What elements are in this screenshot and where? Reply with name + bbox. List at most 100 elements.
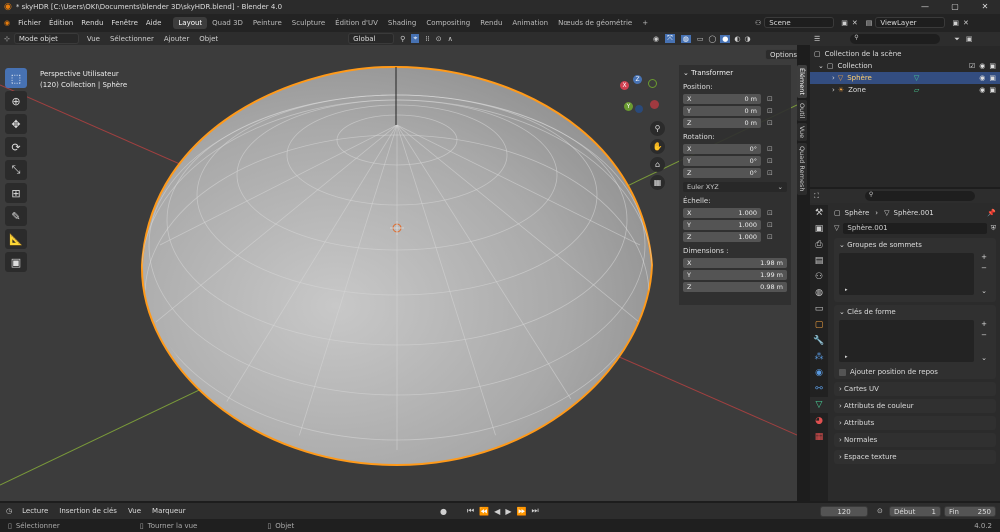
position-y-field[interactable]: Y0 m: [683, 105, 761, 116]
transform-orientation-selector[interactable]: Global: [348, 33, 395, 44]
dimensions-x-field[interactable]: X 1.98 m: [683, 257, 787, 268]
tool-settings-icon[interactable]: ⚒: [810, 205, 828, 221]
menu-view[interactable]: Vue: [87, 35, 100, 43]
tab-geometry-nodes[interactable]: Nœuds de géométrie: [553, 17, 637, 29]
menu-markers[interactable]: Marqueur: [148, 506, 190, 517]
expand-icon[interactable]: ›: [839, 453, 842, 461]
shading-material-icon[interactable]: ◐: [734, 35, 740, 43]
eye-icon[interactable]: ◉: [979, 62, 985, 70]
tab-render[interactable]: Rendu: [475, 17, 507, 29]
scale-y-field[interactable]: Y 1.000: [683, 219, 761, 230]
dimensions-y-field[interactable]: Y 1.99 m: [683, 269, 787, 280]
shading-solid-icon[interactable]: ●: [720, 34, 731, 43]
expand-icon[interactable]: ›: [832, 74, 835, 82]
rotation-z-field[interactable]: Z 0°: [683, 167, 761, 178]
collapse-icon[interactable]: ⌄: [839, 308, 845, 316]
menu-help[interactable]: Aide: [142, 19, 165, 27]
properties-search-input[interactable]: ⚲: [864, 191, 975, 201]
snap-icon[interactable]: ⌖: [411, 34, 420, 43]
texture-space-panel[interactable]: › Espace texture: [834, 450, 996, 464]
mode-selector[interactable]: Mode objet: [13, 33, 79, 44]
new-collection-icon[interactable]: ▣: [966, 35, 973, 43]
expand-icon[interactable]: ⌄: [818, 62, 824, 70]
tab-item[interactable]: Élément: [797, 65, 807, 98]
particles-icon[interactable]: ⁂: [810, 349, 828, 365]
proportional-edit-icon[interactable]: ⊙: [436, 35, 442, 43]
menu-window[interactable]: Fenêtre: [107, 19, 141, 27]
menu-render[interactable]: Rendu: [77, 19, 107, 27]
rest-position-checkbox[interactable]: [839, 368, 846, 376]
lock-icon[interactable]: ⊡: [767, 119, 773, 127]
menu-playback[interactable]: Lecture: [18, 506, 52, 517]
output-icon[interactable]: ⎙: [810, 237, 828, 253]
tab-tool[interactable]: Outil: [797, 99, 807, 122]
scene-props-icon[interactable]: ⚇: [810, 269, 828, 285]
outliner-item-zone[interactable]: Zone: [848, 86, 914, 94]
position-z-field[interactable]: Z0 m: [683, 117, 761, 128]
outliner-item-sphere[interactable]: Sphère: [847, 74, 914, 82]
tab-paint[interactable]: Peinture: [248, 17, 287, 29]
properties-editor-icon[interactable]: ⛶: [814, 192, 819, 201]
expand-icon[interactable]: ›: [839, 385, 842, 393]
uv-maps-panel[interactable]: › Cartes UV: [834, 382, 996, 396]
outliner-root[interactable]: Collection de la scène: [825, 50, 902, 58]
eye-icon[interactable]: ◉: [979, 86, 985, 94]
annotate-tool-icon[interactable]: ✎: [5, 206, 27, 226]
lock-icon[interactable]: ⊡: [767, 145, 773, 153]
filter-icon[interactable]: ⏷: [954, 35, 960, 44]
expand-icon[interactable]: ›: [839, 402, 842, 410]
lock-icon[interactable]: ⊡: [767, 221, 773, 229]
menu-add[interactable]: Ajouter: [164, 35, 189, 43]
outliner-collection[interactable]: Collection: [838, 62, 969, 70]
add-cube-tool-icon[interactable]: ▣: [5, 252, 27, 272]
list-resize-icon[interactable]: ▸: [845, 287, 848, 293]
ortho-grid-icon[interactable]: ▦: [650, 175, 665, 190]
tab-shading[interactable]: Shading: [383, 17, 421, 29]
texture-icon[interactable]: ▦: [810, 429, 828, 445]
remove-vertex-group-icon[interactable]: −: [981, 264, 987, 272]
snap-target-icon[interactable]: ⁞⁞: [425, 35, 429, 43]
new-viewlayer-icon[interactable]: ▣: [952, 19, 959, 27]
rotation-mode-select[interactable]: Euler XYZ ⌄: [683, 181, 787, 192]
scale-x-field[interactable]: X 1.000: [683, 207, 761, 218]
checkbox-icon[interactable]: ☑: [969, 62, 975, 70]
color-attributes-panel[interactable]: › Attributs de couleur: [834, 399, 996, 413]
menu-select[interactable]: Sélectionner: [110, 35, 154, 43]
maximize-button[interactable]: ▢: [940, 0, 970, 14]
rotation-x-field[interactable]: X 0°: [683, 143, 761, 154]
overlay-toggle-icon[interactable]: ◍: [680, 34, 691, 43]
timeline-editor-icon[interactable]: ◷: [6, 507, 12, 515]
outliner-editor-icon[interactable]: ☰: [814, 35, 820, 43]
xray-icon[interactable]: ▭: [697, 35, 704, 43]
start-frame-field[interactable]: Début 1: [889, 505, 941, 517]
chevron-down-icon[interactable]: ⌄: [981, 287, 987, 295]
lock-icon[interactable]: ⊡: [767, 157, 773, 165]
shading-wire-icon[interactable]: ◯: [708, 35, 716, 43]
view-layer-icon[interactable]: ▤: [810, 253, 828, 269]
viewlayer-selector[interactable]: ViewLayer: [875, 17, 946, 28]
object-props-icon[interactable]: ▢: [810, 317, 828, 333]
close-button[interactable]: ✕: [970, 0, 1000, 14]
add-workspace-button[interactable]: +: [637, 17, 653, 29]
preview-range-icon[interactable]: ⊙: [877, 507, 883, 515]
pan-icon[interactable]: ✋: [650, 139, 665, 154]
falloff-icon[interactable]: ∧: [448, 35, 453, 43]
gizmo-z[interactable]: Z: [633, 75, 642, 84]
new-scene-icon[interactable]: ▣: [841, 19, 848, 27]
list-resize-icon[interactable]: ▸: [845, 354, 848, 360]
remove-shape-key-icon[interactable]: −: [981, 331, 987, 339]
camera-render-icon[interactable]: ▣: [989, 62, 996, 70]
menu-edit[interactable]: Édition: [45, 19, 77, 27]
render-icon[interactable]: ▣: [810, 221, 828, 237]
play-icon[interactable]: ▶: [505, 507, 511, 516]
move-tool-icon[interactable]: ✥: [5, 114, 27, 134]
jump-end-icon[interactable]: ⏭: [531, 506, 538, 516]
physics-icon[interactable]: ◉: [810, 365, 828, 381]
scene-selector[interactable]: Scene: [764, 17, 835, 28]
cursor-tool-icon[interactable]: ⊕: [5, 91, 27, 111]
gizmo-y[interactable]: Y: [624, 102, 633, 111]
rotate-tool-icon[interactable]: ⟳: [5, 137, 27, 157]
tab-quad-remesh[interactable]: Quad Remesh: [797, 143, 807, 195]
material-icon[interactable]: ◕: [810, 413, 828, 429]
jump-keyframe-back-icon[interactable]: ⏪: [479, 507, 489, 516]
